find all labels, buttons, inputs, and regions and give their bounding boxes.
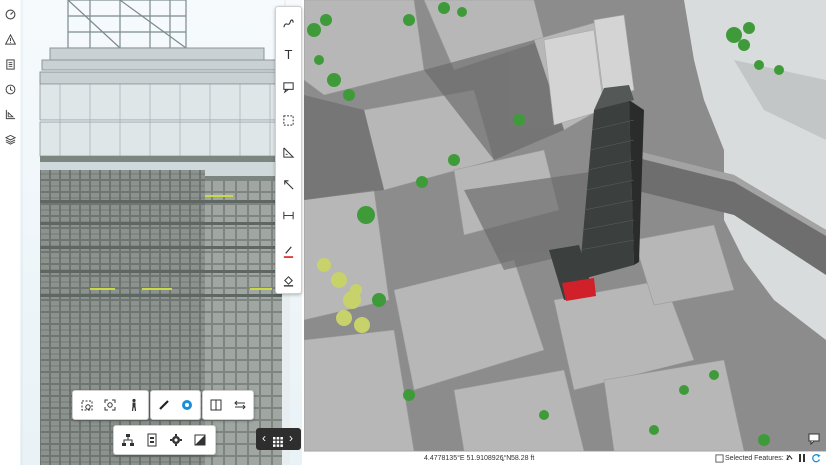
model-tools-group [113,425,216,455]
arrow-icon[interactable] [278,174,299,195]
select-rectangle-icon[interactable] [278,110,299,131]
comment-icon[interactable] [808,432,820,446]
text-icon[interactable]: T [278,44,299,65]
coordinates-readout: 4.4778135°E 51.9108926°N [424,455,512,462]
selected-features-icon [715,454,724,465]
swap-icon[interactable] [229,394,251,416]
grid-icon[interactable] [273,434,283,452]
measure-area-icon[interactable] [2,106,18,122]
warning-icon[interactable] [2,31,18,47]
pencil-icon[interactable] [278,241,299,262]
refresh-icon[interactable] [811,453,821,465]
walk-person-icon[interactable] [123,394,145,416]
pause-icon[interactable] [798,453,806,465]
settings-icon[interactable] [165,429,187,451]
clock-icon[interactable] [2,81,18,97]
properties-icon[interactable] [141,429,163,451]
status-bar: 4.4778135°E 51.9108926°N ⌄ 58.28 ft Sele… [304,451,826,466]
next-button[interactable]: › [289,431,293,445]
view-navigation-pill: ‹ › [256,428,301,450]
elevation-readout: 58.28 ft [511,455,535,462]
split-view-icon[interactable] [205,394,227,416]
selected-features-count[interactable]: Selected Features: 1 [725,455,790,462]
callout-icon[interactable] [278,77,299,98]
view-tools-group [72,390,149,420]
section-box-icon[interactable] [76,394,98,416]
drawing-toolbar: T [275,6,302,294]
city-3d-viewport[interactable] [304,0,826,451]
fill-icon[interactable] [278,270,299,291]
triangle-icon[interactable] [278,142,299,163]
measure-tape-icon[interactable] [176,394,198,416]
dimension-icon[interactable] [278,205,299,226]
layers-icon[interactable] [2,131,18,147]
document-icon[interactable] [2,56,18,72]
city-scene-illustration [304,0,826,451]
markup-tools-group [150,390,201,420]
gauge-icon[interactable] [2,6,18,22]
chevron-down-icon[interactable]: ⌄ [500,455,506,463]
tree-hierarchy-icon[interactable] [117,429,139,451]
left-toolbar [0,0,21,465]
render-mode-icon[interactable] [189,429,211,451]
chevron-up-icon[interactable] [786,454,793,463]
compare-tools-group [202,390,254,420]
previous-button[interactable]: ‹ [262,431,266,445]
markup-pen-icon[interactable] [153,394,175,416]
fit-view-icon[interactable] [99,394,121,416]
freehand-icon[interactable] [278,13,299,34]
